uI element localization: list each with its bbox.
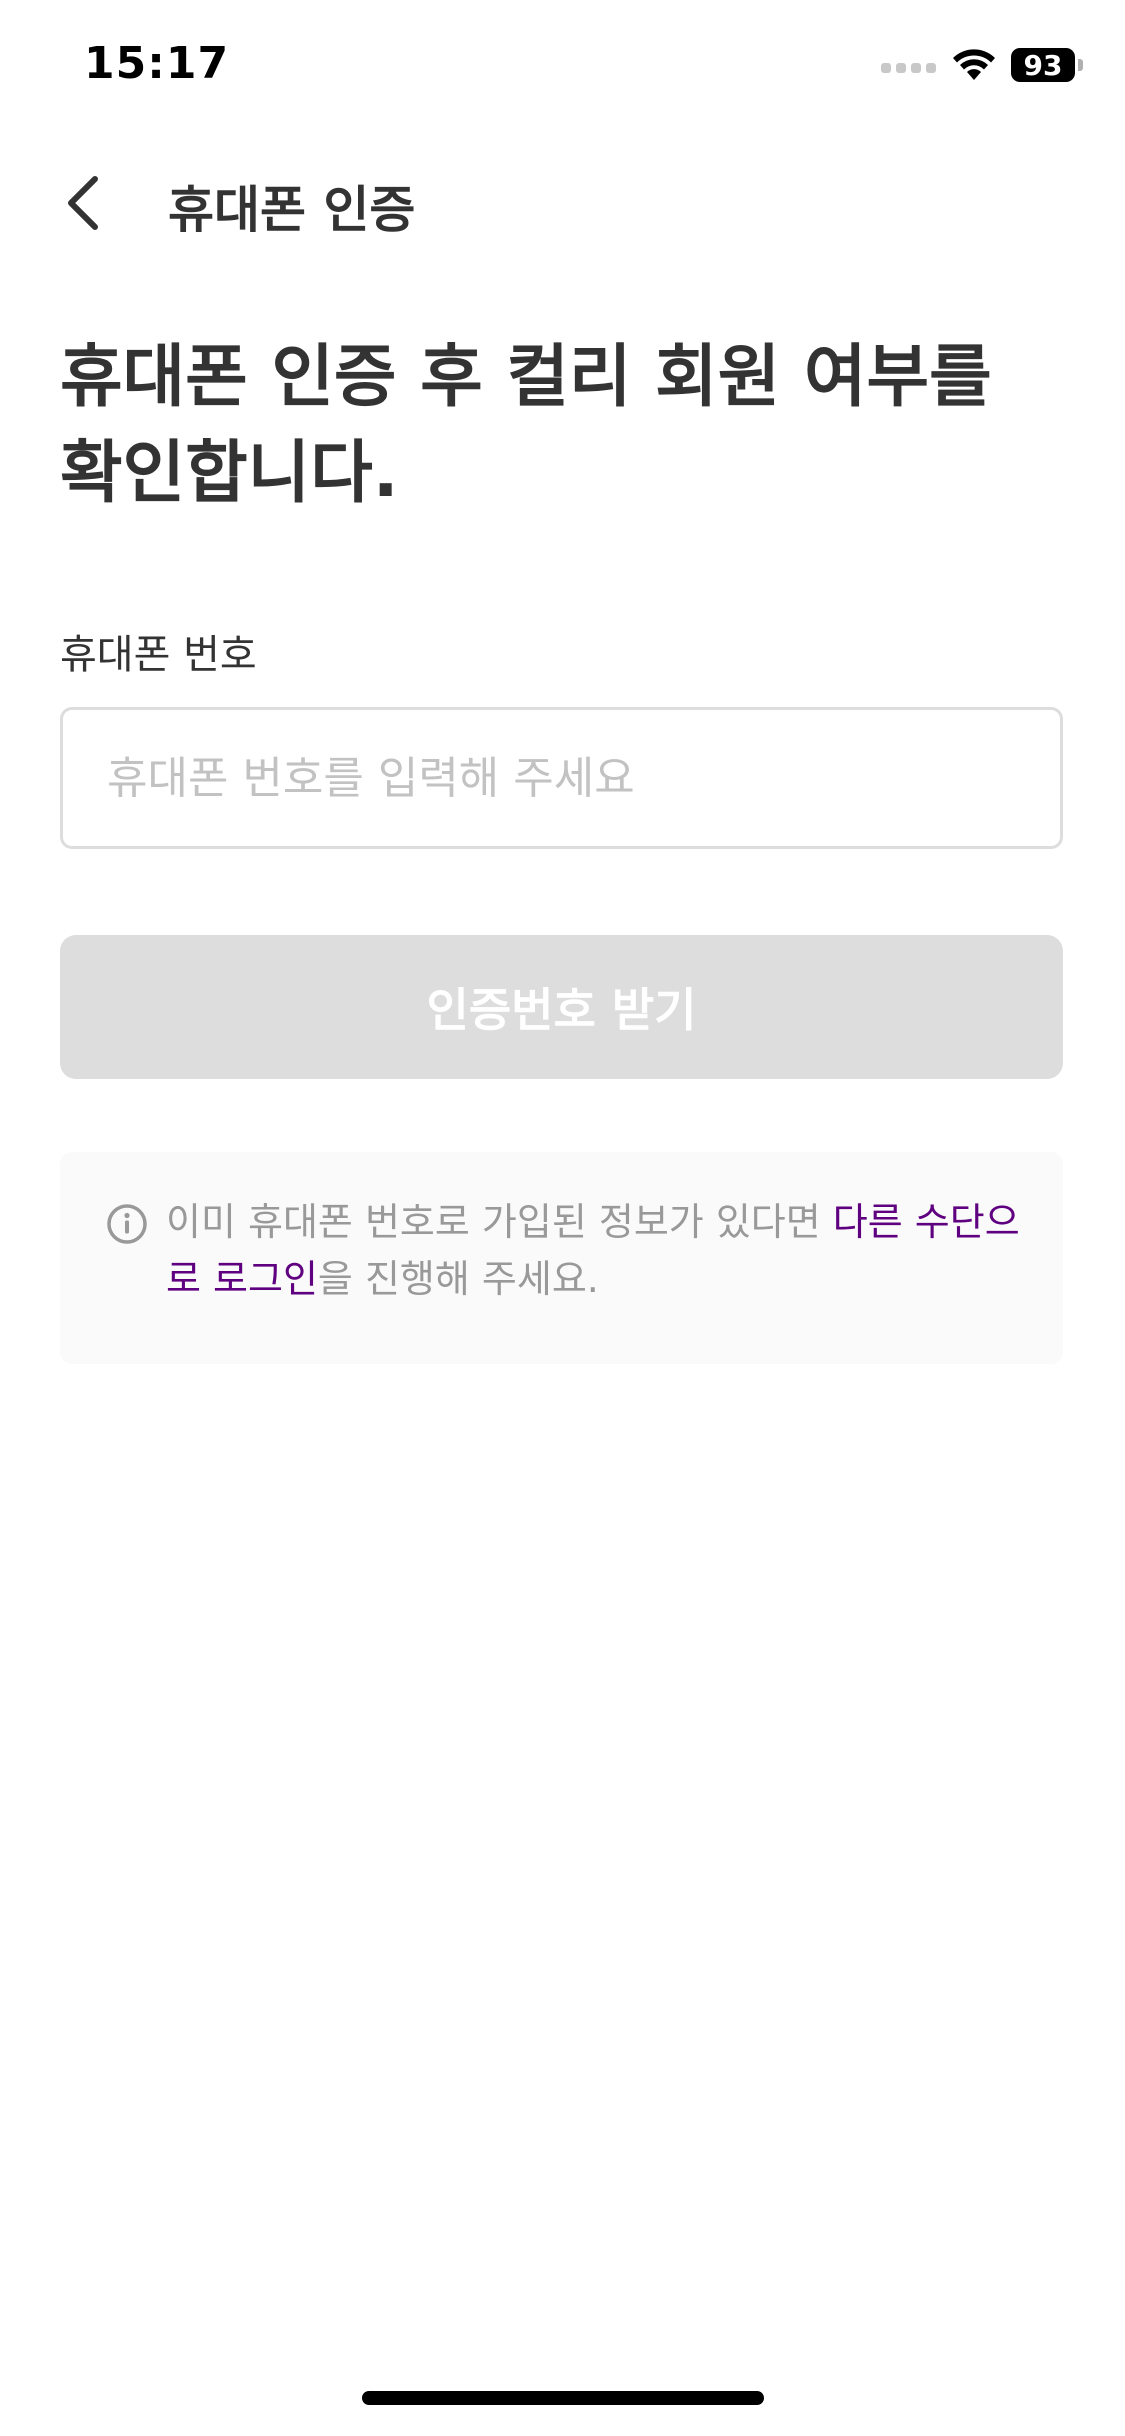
phone-field-label: 휴대폰 번호 [60, 632, 257, 678]
battery-icon: 93 [1011, 48, 1083, 82]
status-time: 15:17 [84, 38, 230, 89]
battery-cap [1078, 59, 1083, 71]
phone-number-input[interactable] [60, 707, 1063, 849]
wifi-icon [953, 49, 995, 80]
back-button[interactable] [48, 168, 118, 238]
info-icon [107, 1204, 147, 1244]
notice-text-before: 이미 휴대폰 번호로 가입된 정보가 있다면 [166, 1200, 833, 1244]
request-code-button[interactable]: 인증번호 받기 [60, 935, 1063, 1079]
page-title: 휴대폰 인증 [168, 181, 416, 239]
chevron-left-icon [68, 176, 98, 230]
home-indicator [362, 2391, 764, 2405]
notice-text-after: 을 진행해 주세요. [317, 1257, 599, 1301]
battery-level: 93 [1011, 48, 1075, 82]
notice-text: 이미 휴대폰 번호로 가입된 정보가 있다면 다른 수단으로 로그인을 진행해 … [166, 1194, 1026, 1308]
notice-box: 이미 휴대폰 번호로 가입된 정보가 있다면 다른 수단으로 로그인을 진행해 … [60, 1152, 1063, 1364]
status-bar: 15:17 93 [0, 0, 1125, 140]
signal-icon [881, 63, 936, 73]
headline: 휴대폰 인증 후 컬리 회원 여부를 확인합니다. [60, 338, 992, 513]
status-icons: 93 [881, 48, 1083, 82]
nav-bar: 휴대폰 인증 [0, 150, 1125, 250]
